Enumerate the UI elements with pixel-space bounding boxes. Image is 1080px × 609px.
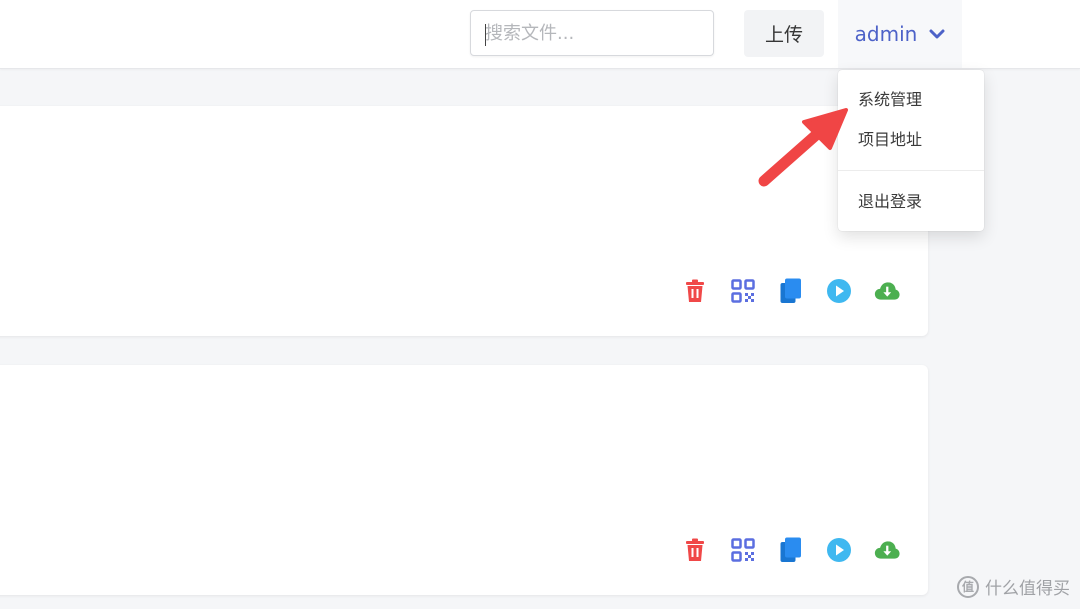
search-box[interactable]	[470, 10, 714, 56]
download-cloud-icon[interactable]	[874, 278, 900, 304]
search-input[interactable]	[471, 11, 713, 55]
qrcode-icon[interactable]	[730, 537, 756, 563]
chevron-down-icon	[929, 29, 945, 40]
upload-button[interactable]: 上传	[744, 10, 824, 57]
watermark: 值 什么值得买	[957, 574, 1070, 599]
file-actions	[682, 537, 900, 563]
copy-icon[interactable]	[778, 537, 804, 563]
watermark-logo-icon: 值	[957, 575, 979, 598]
user-dropdown-menu: 系统管理 项目地址 退出登录	[838, 70, 984, 231]
play-icon[interactable]	[826, 537, 852, 563]
menu-item-system-admin[interactable]: 系统管理	[858, 88, 922, 112]
file-card	[0, 106, 928, 336]
username-label: admin	[854, 22, 918, 46]
delete-icon[interactable]	[682, 278, 708, 304]
menu-divider	[838, 170, 984, 171]
qrcode-icon[interactable]	[730, 278, 756, 304]
user-menu-toggle[interactable]: admin	[838, 0, 962, 68]
menu-item-logout[interactable]: 退出登录	[858, 190, 922, 214]
play-icon[interactable]	[826, 278, 852, 304]
menu-item-project-url[interactable]: 项目地址	[858, 128, 922, 152]
top-navbar: 上传 admin	[0, 0, 1080, 69]
delete-icon[interactable]	[682, 537, 708, 563]
copy-icon[interactable]	[778, 278, 804, 304]
text-cursor	[485, 24, 486, 46]
file-card	[0, 365, 928, 595]
download-cloud-icon[interactable]	[874, 537, 900, 563]
watermark-text: 什么值得买	[985, 579, 1070, 599]
file-actions	[682, 278, 900, 304]
